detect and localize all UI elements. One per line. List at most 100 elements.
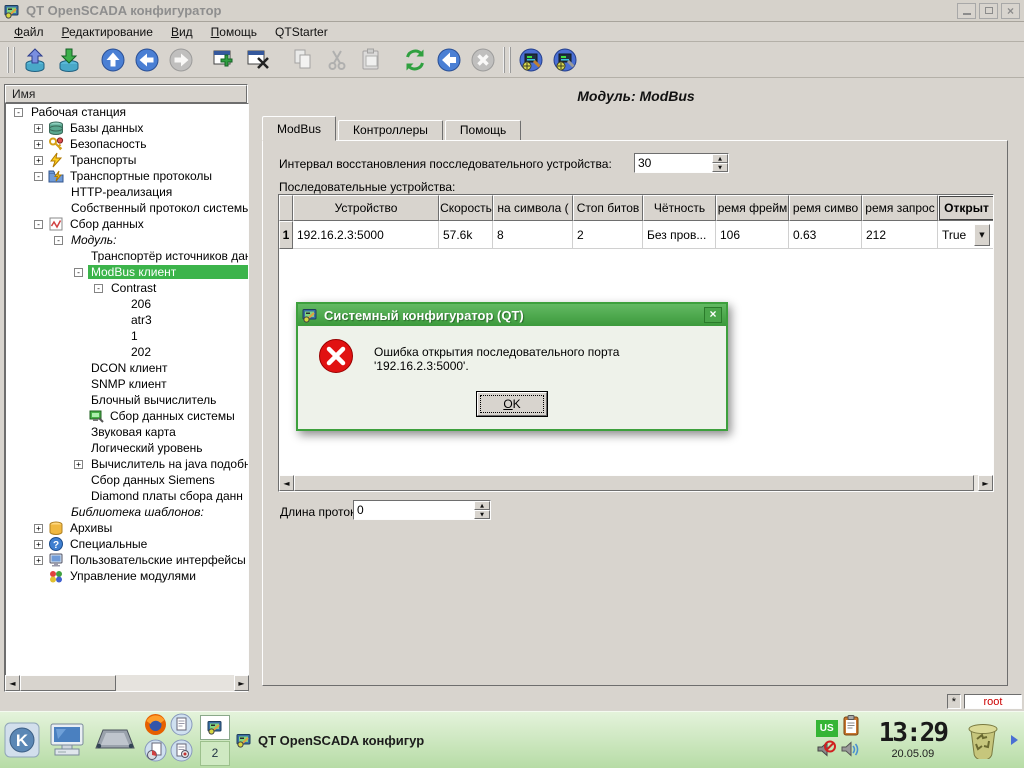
tablet-icon[interactable] <box>94 726 136 754</box>
expand-icon[interactable]: + <box>34 156 43 165</box>
tree-item[interactable]: Сбор данных Siemens <box>6 472 248 488</box>
tab-помощь[interactable]: Помощь <box>445 120 521 141</box>
clock-widget[interactable]: 13:29 20.05.09 <box>879 720 947 760</box>
scroll-right-icon[interactable]: ► <box>234 675 249 691</box>
column-header[interactable]: ремя запрос <box>862 195 938 221</box>
up-button[interactable] <box>96 45 130 75</box>
kmenu-icon[interactable]: K <box>4 722 40 758</box>
table-cell[interactable]: 57.6k <box>439 221 493 249</box>
tree-item[interactable]: -Модуль: <box>6 232 248 248</box>
tree-item[interactable]: Блочный вычислитель <box>6 392 248 408</box>
collapse-icon[interactable]: - <box>34 172 43 181</box>
scroll-left-icon[interactable]: ◄ <box>279 475 294 491</box>
spin-up-icon[interactable]: ▲ <box>474 501 490 510</box>
tree-item[interactable]: +Пользовательские интерфейсы <box>6 552 248 568</box>
add-item-button[interactable] <box>208 45 242 75</box>
qtstarter-config-button[interactable] <box>514 45 548 75</box>
expand-icon[interactable]: + <box>34 124 43 133</box>
tree-horizontal-scrollbar[interactable]: ◄ ► <box>5 675 249 691</box>
tree-item[interactable]: Логический уровень <box>6 440 248 456</box>
tree-item[interactable]: +Транспорты <box>6 152 248 168</box>
load-button[interactable] <box>18 45 52 75</box>
scroll-right-icon[interactable]: ► <box>978 475 993 491</box>
maximize-button[interactable] <box>979 3 998 19</box>
pie-doc-icon[interactable] <box>144 739 167 767</box>
tree-item[interactable]: -Транспортные протоколы <box>6 168 248 184</box>
tree-item[interactable]: HTTP-реализация <box>6 184 248 200</box>
tree-item[interactable]: -ModBus клиент <box>6 264 248 280</box>
spin-down-icon[interactable]: ▼ <box>712 163 728 172</box>
trash-icon[interactable] <box>963 717 1003 764</box>
tree-item[interactable]: Управление модулями <box>6 568 248 584</box>
desktop-icon[interactable] <box>46 722 88 758</box>
tree-item[interactable]: 1 <box>6 328 248 344</box>
interval-input[interactable] <box>635 154 712 172</box>
column-header[interactable]: ремя симво <box>789 195 862 221</box>
refresh-button[interactable] <box>398 45 432 75</box>
tree-item[interactable]: Diamond платы сбора данн <box>6 488 248 504</box>
save-button[interactable] <box>52 45 86 75</box>
table-cell[interactable]: 2 <box>573 221 643 249</box>
tree-item[interactable]: -Сбор данных <box>6 216 248 232</box>
start-button[interactable] <box>432 45 466 75</box>
hide-panel-arrow[interactable] <box>1011 735 1018 745</box>
tree-item[interactable]: Звуковая карта <box>6 424 248 440</box>
tab-modbus[interactable]: ModBus <box>262 116 336 141</box>
tab-контроллеры[interactable]: Контроллеры <box>338 120 443 141</box>
toolbar-handle[interactable] <box>7 47 15 73</box>
collapse-icon[interactable]: - <box>54 236 63 245</box>
tree-item[interactable]: DCON клиент <box>6 360 248 376</box>
table-cell[interactable]: Без пров... <box>643 221 716 249</box>
calendar-doc-icon[interactable] <box>170 739 193 767</box>
tree-item[interactable]: +Базы данных <box>6 120 248 136</box>
collapse-icon[interactable]: - <box>74 268 83 277</box>
tree-item[interactable]: +Безопасность <box>6 136 248 152</box>
titlebar[interactable]: QT OpenSCADA конфигуратор × <box>0 0 1024 22</box>
tree-header[interactable]: Имя <box>5 85 247 103</box>
table-cell[interactable]: 8 <box>493 221 573 249</box>
tree-item[interactable]: +?Специальные <box>6 536 248 552</box>
menu-item[interactable]: Редактирование <box>54 23 161 41</box>
firefox-icon[interactable] <box>144 713 167 741</box>
collapse-icon[interactable]: - <box>14 108 23 117</box>
spin-up-icon[interactable]: ▲ <box>712 154 728 163</box>
protocol-length-input[interactable] <box>354 501 474 519</box>
close-button[interactable]: × <box>1001 3 1020 19</box>
tree-item[interactable]: 206 <box>6 296 248 312</box>
tree-item[interactable]: 202 <box>6 344 248 360</box>
tree-item[interactable]: Транспортёр источников дан <box>6 248 248 264</box>
collapse-icon[interactable]: - <box>94 284 103 293</box>
column-header[interactable]: Чётность <box>643 195 716 221</box>
menu-item[interactable]: Вид <box>163 23 201 41</box>
table-cell[interactable]: 0.63 <box>789 221 862 249</box>
minimize-button[interactable] <box>957 3 976 19</box>
taskbar-task[interactable]: QT OpenSCADA конфигур <box>236 732 504 748</box>
tree-item[interactable]: Библиотека шаблонов: <box>6 504 248 520</box>
table-horizontal-scrollbar[interactable]: ◄ ► <box>279 475 993 491</box>
table-cell[interactable]: 106 <box>716 221 789 249</box>
interval-spinbox[interactable]: ▲ ▼ <box>634 153 729 173</box>
tree-item[interactable]: +Архивы <box>6 520 248 536</box>
tree-item[interactable]: atr3 <box>6 312 248 328</box>
expand-icon[interactable]: + <box>34 524 43 533</box>
back-button[interactable] <box>130 45 164 75</box>
scrollbar-thumb[interactable] <box>294 475 974 491</box>
qtstarter-tools-button[interactable] <box>548 45 582 75</box>
mute-icon[interactable] <box>816 740 837 764</box>
expand-icon[interactable]: + <box>34 140 43 149</box>
column-header[interactable]: Стоп битов <box>573 195 643 221</box>
dialog-close-icon[interactable]: × <box>704 307 722 323</box>
del-item-button[interactable] <box>242 45 276 75</box>
expand-icon[interactable]: + <box>34 540 43 549</box>
document-icon[interactable] <box>170 713 193 741</box>
expand-icon[interactable]: + <box>34 556 43 565</box>
column-header[interactable]: ремя фрейм <box>716 195 789 221</box>
collapse-icon[interactable]: - <box>34 220 43 229</box>
column-header[interactable]: Скорость <box>439 195 493 221</box>
dialog-titlebar[interactable]: Системный конфигуратор (QT) × <box>298 304 726 326</box>
toolbar-handle[interactable] <box>503 47 511 73</box>
tree-item[interactable]: Сбор данных системы <box>6 408 248 424</box>
protocol-length-spinbox[interactable]: ▲ ▼ <box>353 500 491 520</box>
column-header[interactable]: на символа ( <box>493 195 573 221</box>
tree-item[interactable]: -Рабочая станция <box>6 104 248 120</box>
